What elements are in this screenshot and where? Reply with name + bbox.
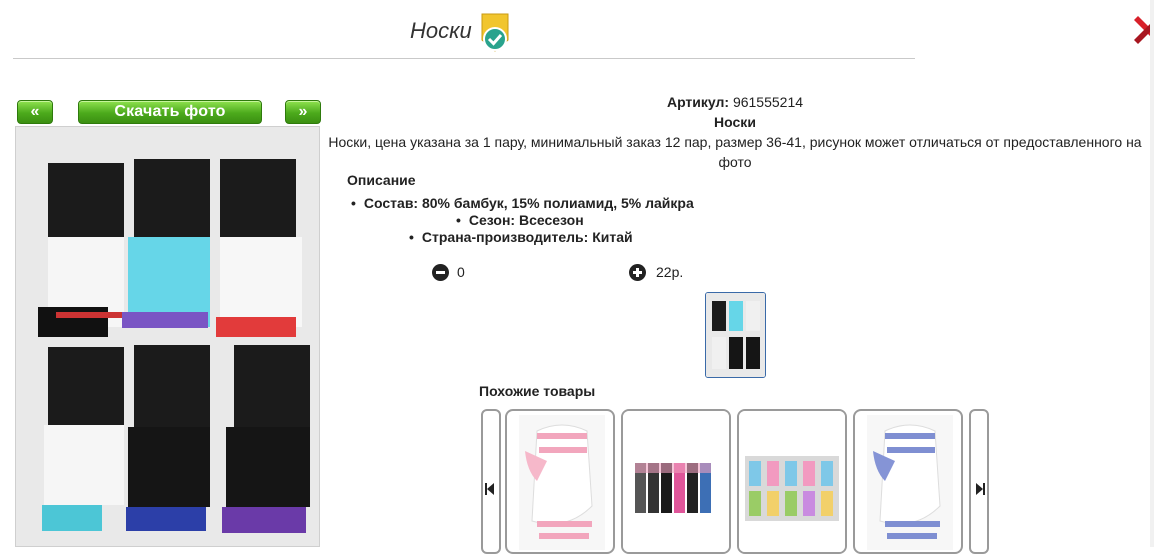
arrow-left-icon bbox=[485, 483, 494, 495]
page-title: Носки bbox=[410, 18, 472, 43]
similar-prev-button[interactable] bbox=[481, 409, 501, 554]
similar-product-card[interactable] bbox=[505, 409, 615, 554]
similar-products-heading: Похожие товары bbox=[479, 383, 596, 399]
socks-photo-illustration bbox=[16, 127, 319, 546]
similar-product-card[interactable] bbox=[853, 409, 963, 554]
prev-photo-button[interactable]: « bbox=[17, 100, 53, 124]
photo-thumbnail[interactable] bbox=[705, 292, 766, 378]
page-scrollbar[interactable] bbox=[1150, 0, 1154, 547]
similar-next-button[interactable] bbox=[969, 409, 989, 554]
quantity-value: 0 bbox=[457, 264, 465, 280]
arrow-right-icon bbox=[976, 483, 985, 495]
similar-product-card[interactable] bbox=[621, 409, 731, 554]
article-line: Артикул: 961555214 bbox=[325, 92, 1145, 112]
feature-item: Состав: 80% бамбук, 15% полиамид, 5% лай… bbox=[351, 195, 694, 211]
product-name: Носки bbox=[714, 114, 756, 130]
product-info: Артикул: 961555214 Носки Носки, цена ука… bbox=[325, 92, 1145, 172]
next-photo-button[interactable]: » bbox=[285, 100, 321, 124]
feature-item: Сезон: Всесезон bbox=[456, 212, 584, 228]
description-heading: Описание bbox=[347, 172, 416, 188]
article-label: Артикул: bbox=[666, 94, 730, 110]
download-photo-button[interactable]: Скачать фото bbox=[78, 100, 262, 124]
feature-item: Страна-производитель: Китай bbox=[409, 229, 633, 245]
minus-icon[interactable] bbox=[432, 264, 449, 281]
product-photo bbox=[15, 126, 320, 547]
product-summary: Носки, цена указана за 1 пару, минимальн… bbox=[328, 134, 1142, 170]
verified-badge-icon bbox=[481, 13, 509, 52]
similar-product-card[interactable] bbox=[737, 409, 847, 554]
plus-icon[interactable] bbox=[629, 264, 646, 281]
article-value: 961555214 bbox=[732, 94, 804, 110]
title-divider bbox=[13, 58, 915, 59]
price-value: 22р. bbox=[656, 264, 684, 280]
